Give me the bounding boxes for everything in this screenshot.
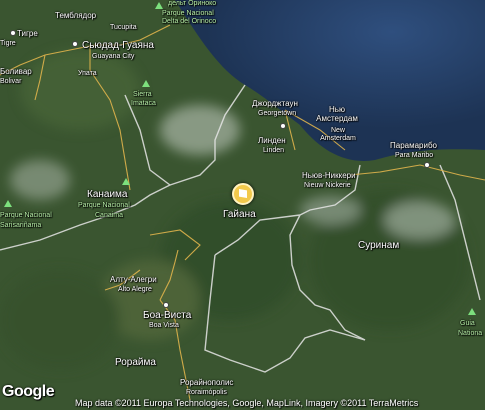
place-label-paramaribo[interactable]: Парамарибо: [390, 141, 437, 150]
city-dot-georgetown: [280, 123, 286, 129]
place-label-tigre-en[interactable]: Tigre: [0, 40, 16, 48]
place-label-nieuw-nickerie[interactable]: Ньюв-Никкери: [302, 171, 356, 180]
park-label-sierra[interactable]: Sierra: [133, 91, 152, 99]
place-label-roraimopolis[interactable]: Рорайнополис: [180, 378, 233, 387]
park-icon[interactable]: [142, 80, 150, 87]
place-label-upata[interactable]: Упата: [78, 70, 97, 78]
region-label-roraima[interactable]: Рорайма: [115, 357, 156, 368]
place-label-roraimopolis-en[interactable]: Roraimópolis: [186, 389, 227, 397]
place-label-tigre[interactable]: Тигре: [17, 29, 38, 38]
place-label-georgetown-en[interactable]: Georgetown: [258, 110, 296, 118]
park-label-canaima-2[interactable]: Canaima: [95, 212, 123, 220]
place-label-temblador[interactable]: Темблядор: [55, 11, 96, 20]
park-label-imataca[interactable]: Imataca: [131, 100, 156, 108]
city-dot-boa-vista: [163, 302, 169, 308]
park-label-orinoco-delta-ru[interactable]: дельт Ориноко: [168, 0, 216, 8]
place-label-bolivar[interactable]: Боливар: [0, 67, 32, 76]
place-label-nieuw-nickerie-en[interactable]: Nieuw Nickerie: [304, 182, 351, 190]
park-label-orinoco-delta-en[interactable]: Parque Nacional Delta del Orinoco: [162, 10, 232, 26]
city-dot-ciudad-guayana: [72, 41, 78, 47]
park-icon[interactable]: [122, 178, 130, 185]
park-icon[interactable]: [468, 308, 476, 315]
region-label-suriname[interactable]: Суринам: [358, 240, 399, 251]
place-label-tucupita[interactable]: Tucupita: [110, 24, 137, 32]
park-icon[interactable]: [4, 200, 12, 207]
place-label-georgetown[interactable]: Джорджтаун: [252, 99, 298, 108]
park-label-guia-1[interactable]: Guia: [460, 320, 475, 328]
city-dot-tigre: [10, 30, 16, 36]
place-label-ciudad-guayana-en[interactable]: Guayana City: [92, 53, 134, 61]
region-label-canaima[interactable]: Канаима: [87, 189, 128, 200]
country-label-guyana[interactable]: Гайана: [223, 209, 256, 220]
place-label-alto-alegre[interactable]: Алту-Алегри: [110, 275, 157, 284]
park-label-guia-2[interactable]: Nationa: [458, 330, 482, 338]
map-attribution: Map data ©2011 Europa Technologies, Goog…: [75, 398, 419, 408]
place-label-alto-alegre-en[interactable]: Alto Alegre: [118, 286, 152, 294]
park-label-sarisariñama-1[interactable]: Parque Nacional: [0, 212, 52, 220]
place-label-new-amsterdam[interactable]: Нью Амстердам: [312, 105, 362, 123]
place-label-linden-en[interactable]: Linden: [263, 147, 284, 155]
terrain-background: [0, 0, 485, 410]
place-label-boa-vista-en[interactable]: Boa Vista: [149, 322, 179, 330]
park-label-sarisariñama-2[interactable]: Sarisariñama: [0, 222, 41, 230]
google-logo[interactable]: Google: [2, 383, 55, 401]
place-label-new-amsterdam-en[interactable]: New Amsterdam: [313, 127, 363, 143]
park-label-canaima-1[interactable]: Parque Nacional: [78, 202, 130, 210]
park-icon[interactable]: [155, 2, 163, 9]
place-label-boa-vista[interactable]: Боа-Виста: [143, 310, 191, 321]
place-label-ciudad-guayana[interactable]: Сьюдад-Гуаяна: [82, 40, 154, 51]
place-label-paramaribo-en[interactable]: Para Maribo: [395, 152, 433, 160]
country-marker-icon[interactable]: [232, 183, 254, 205]
satellite-map[interactable]: дельт Ориноко Parque Nacional Delta del …: [0, 0, 485, 410]
place-label-linden[interactable]: Линден: [258, 136, 286, 145]
city-dot-paramaribo: [424, 162, 430, 168]
place-label-bolivar-en[interactable]: Bolivar: [0, 78, 21, 86]
